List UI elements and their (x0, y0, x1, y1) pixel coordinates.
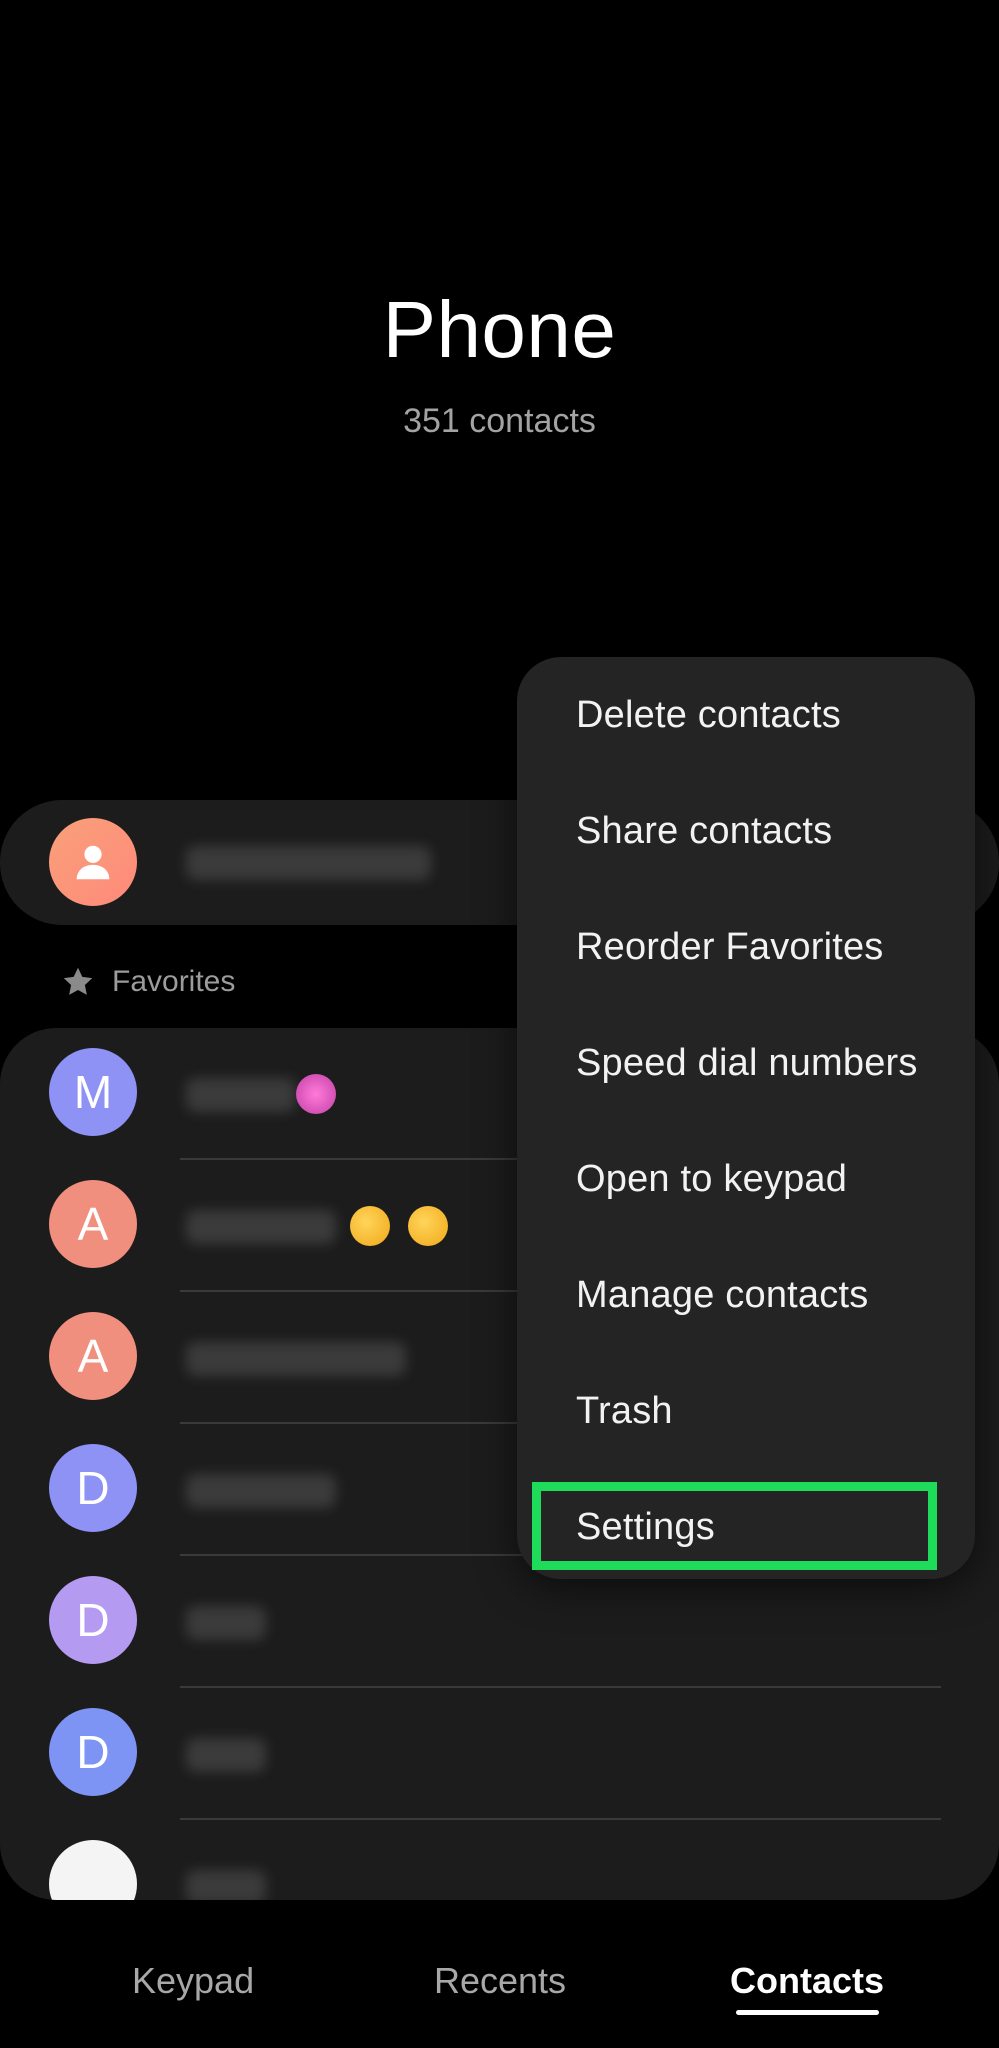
contacts-count: 351 contacts (403, 402, 596, 440)
page-title: Phone (382, 285, 617, 374)
favorites-label: Favorites (112, 965, 236, 998)
emoji-icon (350, 1206, 390, 1246)
menu-item-speed-dial-numbers[interactable]: Speed dial numbers (517, 1005, 975, 1121)
phone-app-screen: Phone 351 contacts Favorites M A A D D D… (0, 0, 999, 2048)
menu-item-share-contacts[interactable]: Share contacts (517, 773, 975, 889)
profile-name-blurred (186, 846, 431, 880)
contact-name-blurred (186, 1870, 266, 1900)
favorites-header: Favorites (60, 964, 235, 1000)
contact-avatar-photo (49, 1840, 137, 1900)
app-header: Phone 351 contacts (0, 290, 999, 441)
heart-emoji-icon (296, 1074, 336, 1114)
list-item[interactable]: D (0, 1688, 999, 1820)
contact-avatar: D (49, 1444, 137, 1532)
tab-recents[interactable]: Recents (430, 1960, 570, 2002)
contact-avatar: D (49, 1576, 137, 1664)
kiss-emoji-icon (408, 1206, 448, 1246)
overflow-menu: Delete contacts Share contacts Reorder F… (517, 657, 975, 1579)
tab-contacts[interactable]: Contacts (730, 1960, 884, 2002)
menu-item-manage-contacts[interactable]: Manage contacts (517, 1237, 975, 1353)
menu-item-reorder-favorites[interactable]: Reorder Favorites (517, 889, 975, 1005)
contact-name-blurred (186, 1210, 336, 1244)
person-icon (76, 845, 110, 880)
bottom-navigation: Keypad Recents Contacts (0, 1920, 999, 2048)
contact-avatar: A (49, 1312, 137, 1400)
contact-name-blurred (186, 1606, 266, 1640)
tab-keypad[interactable]: Keypad (132, 1960, 254, 2002)
menu-item-open-to-keypad[interactable]: Open to keypad (517, 1121, 975, 1237)
menu-item-trash[interactable]: Trash (517, 1353, 975, 1469)
menu-item-delete-contacts[interactable]: Delete contacts (517, 657, 975, 773)
contact-avatar: A (49, 1180, 137, 1268)
profile-avatar (49, 818, 137, 906)
star-icon (63, 967, 93, 995)
contact-name-blurred (186, 1078, 296, 1112)
contact-name-blurred (186, 1474, 336, 1508)
contact-name-blurred (186, 1342, 406, 1376)
contact-name-blurred (186, 1738, 266, 1772)
active-tab-indicator (736, 2010, 879, 2015)
contact-avatar: D (49, 1708, 137, 1796)
contact-avatar: M (49, 1048, 137, 1136)
settings-highlight-box (532, 1482, 937, 1570)
list-item[interactable] (0, 1820, 999, 1900)
